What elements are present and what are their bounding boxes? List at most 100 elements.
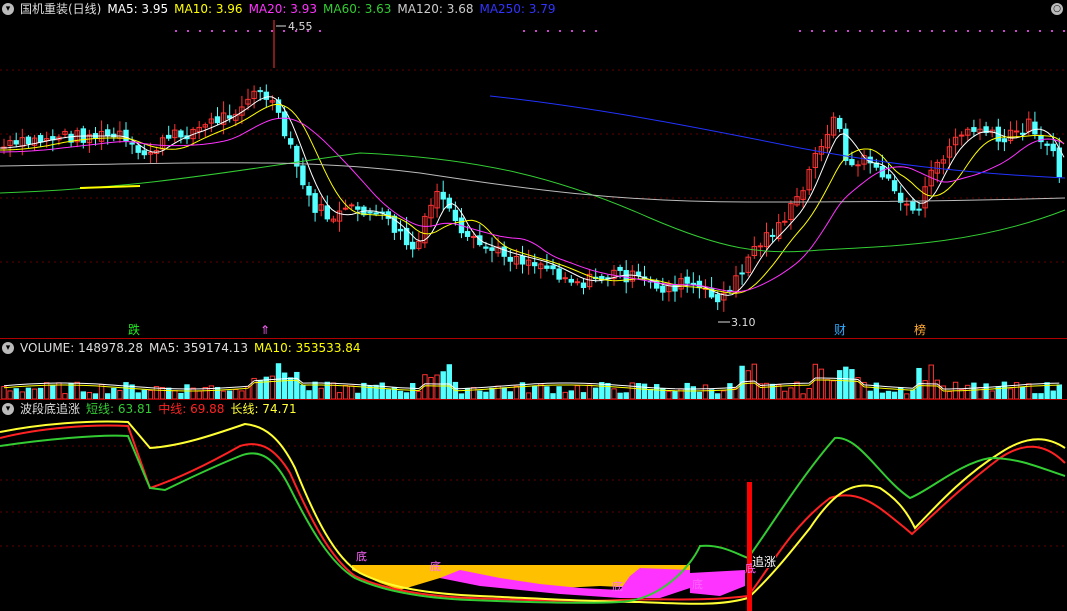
candle-body: [214, 116, 221, 124]
signal-dot: [991, 30, 993, 32]
price-high-label: 4.55: [288, 20, 313, 33]
volume-bar: [611, 388, 617, 399]
ma5-line: [0, 96, 1065, 296]
volume-bar: [257, 380, 263, 399]
volume-bar: [532, 385, 538, 399]
volume-bar: [471, 386, 477, 399]
volume-bar: [379, 382, 385, 399]
volume-bar: [843, 366, 849, 399]
volume-bar: [849, 369, 855, 399]
volume-bar: [410, 383, 416, 399]
signal-dot: [799, 30, 801, 32]
volume-bar: [818, 368, 825, 399]
candle-body: [25, 136, 32, 145]
volume-bar: [25, 387, 32, 399]
candle-body: [263, 91, 270, 100]
bottom-mark: 底: [356, 549, 367, 563]
candle-body: [1020, 132, 1026, 135]
signal-dot: [535, 30, 537, 32]
candle-body: [288, 138, 294, 145]
volume-bar: [477, 390, 483, 399]
signal-dot: [283, 30, 285, 32]
volume-bar: [300, 384, 306, 399]
candle-body: [355, 206, 361, 210]
ma60-line: [0, 152, 1066, 253]
candle-body: [306, 185, 312, 196]
collapse-icon[interactable]: ▾: [2, 403, 14, 415]
candle-body: [1032, 121, 1038, 135]
indicator-header: ▾ 波段底追涨 短线: 63.81 中线: 69.88 长线: 74.71: [0, 400, 297, 418]
signal-dot: [955, 30, 957, 32]
candle-body: [178, 130, 184, 138]
volume-bar: [7, 390, 13, 399]
volume-bar: [824, 379, 831, 399]
candle-body: [837, 117, 843, 130]
chase-signal-bar: [747, 482, 752, 611]
candle-body: [507, 256, 514, 262]
ma20-label: MA20: 3.93: [248, 2, 317, 16]
candle-body: [1013, 130, 1020, 133]
candle-body: [489, 247, 495, 251]
ma250-line: [489, 95, 1066, 179]
candle-body: [483, 246, 489, 249]
candle-body: [105, 129, 111, 136]
bottom-mark: 底: [430, 559, 441, 573]
volume-bar: [1, 386, 7, 399]
signal-dot: [1015, 30, 1017, 32]
volume-bar: [172, 390, 178, 399]
signal-dot: [919, 30, 921, 32]
volume-bar: [788, 387, 794, 399]
candle-body: [757, 245, 764, 248]
volume-bar: [50, 384, 56, 399]
ma60-label: MA60: 3.63: [323, 2, 392, 16]
tag-bang[interactable]: 榜: [914, 324, 926, 336]
close-panel-icon[interactable]: ○: [1051, 3, 1063, 15]
collapse-icon[interactable]: ▾: [2, 3, 14, 15]
signal-dot: [883, 30, 885, 32]
collapse-icon[interactable]: ▾: [2, 342, 14, 354]
volume-bar: [593, 387, 599, 399]
candle-body: [1050, 143, 1056, 152]
candle-body: [769, 234, 776, 237]
tag-zhuizhang: 追涨: [752, 555, 777, 569]
volume-bar: [385, 389, 392, 399]
candlestick-chart[interactable]: [0, 18, 1067, 338]
volume-bar: [891, 391, 898, 399]
candle-body: [855, 164, 861, 167]
candle-body: [885, 174, 892, 179]
tag-die[interactable]: 跌: [128, 324, 140, 336]
volume-bar: [971, 382, 977, 399]
signal-dot: [1027, 30, 1029, 32]
candle-body: [782, 220, 788, 223]
volume-bar: [214, 386, 221, 399]
candle-body: [556, 268, 562, 280]
volume-bar: [361, 382, 367, 399]
up-arrow-icon[interactable]: ⇑: [260, 324, 270, 336]
tag-cai[interactable]: 财: [834, 324, 846, 336]
volume-chart[interactable]: [0, 357, 1067, 399]
volume-bar: [208, 385, 215, 399]
volume-label: VOLUME: 148978.28: [20, 341, 143, 355]
volume-bar: [68, 383, 74, 399]
candle-body: [367, 211, 373, 214]
candle-body: [37, 135, 44, 143]
volume-bar: [721, 390, 727, 399]
candle-body: [1001, 138, 1008, 143]
volume-bar: [1050, 390, 1056, 399]
main-chart-header: ▾ 国机重装(日线) MA5: 3.95 MA10: 3.96 MA20: 3.…: [0, 0, 556, 18]
ma10-label: MA10: 3.96: [174, 2, 243, 16]
volume-bar: [647, 388, 654, 399]
candle-body: [1044, 143, 1050, 146]
volume-ma10-label: MA10: 353533.84: [253, 341, 361, 355]
candle-body: [550, 265, 556, 270]
candle-body: [373, 212, 379, 215]
volume-bar: [80, 391, 86, 399]
volume-bar: [196, 390, 202, 399]
signal-dot: [223, 30, 225, 32]
candle-body: [532, 262, 538, 267]
candle-body: [849, 158, 855, 166]
signal-dot: [199, 30, 201, 32]
indicator-short: 短线: 63.81: [86, 402, 153, 416]
volume-bar: [428, 376, 434, 399]
indicator-chart[interactable]: 底底底 底底: [0, 418, 1067, 611]
